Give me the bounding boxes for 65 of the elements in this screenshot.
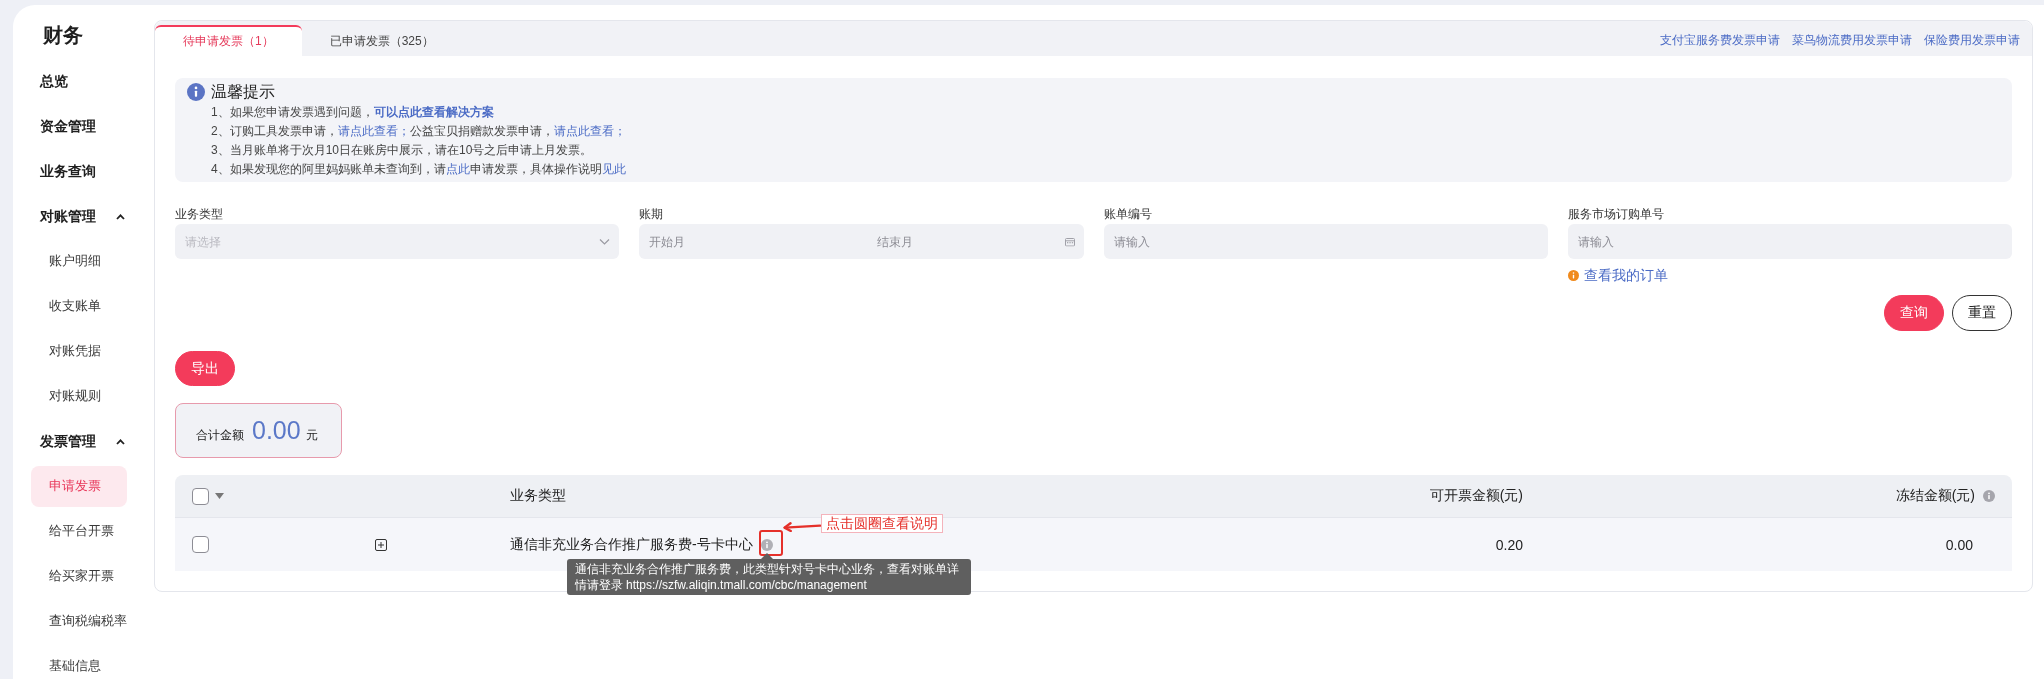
field-label: 账单编号 [1103, 206, 1152, 223]
start-month-field[interactable]: 开始月 [639, 224, 878, 259]
field-label: 业务类型 [175, 206, 223, 223]
nav-item[interactable]: 账户明细 [31, 251, 127, 272]
notice-line: 4、如果发现您的阿里妈妈账单未查询到，请点此申请发票，具体操作说明见此 [211, 161, 626, 178]
plus-square-icon[interactable] [375, 538, 387, 551]
nav-item[interactable]: 对账规则 [31, 386, 127, 407]
arrow-icon [782, 519, 821, 532]
notice-link[interactable]: 可以点此查看解决方案 [373, 105, 494, 119]
chevron-down-icon [599, 238, 611, 245]
notice-link[interactable]: 点此 [445, 162, 470, 176]
nav-item[interactable]: 基础信息 [31, 656, 127, 677]
input-field[interactable]: 请输入 [1567, 224, 2012, 259]
info-icon [1567, 269, 1579, 281]
total-label: 合计金额 [196, 427, 244, 444]
info-icon[interactable] [1983, 490, 1995, 502]
business-type: 通信非充业务合作推广服务费-号卡中心 [510, 535, 753, 554]
header-link[interactable]: 保险费用发票申请 [1924, 32, 2020, 49]
checkbox[interactable] [192, 487, 209, 505]
frozen-amount: 0.00 [1945, 536, 1973, 553]
column-header: 可开票金额(元) [1429, 487, 1523, 505]
calendar-icon [1064, 237, 1075, 246]
notice-title: 温馨提示 [211, 82, 275, 102]
reset-button[interactable]: 重置 [1952, 295, 2012, 331]
total-amount: 0.00 [252, 415, 301, 445]
highlight-frame [758, 529, 783, 556]
end-month-field[interactable]: 结束月 [877, 224, 1084, 259]
export-button[interactable]: 导出 [175, 351, 235, 386]
nav-item[interactable]: 对账凭据 [31, 341, 127, 362]
tab[interactable]: 已申请发票（325） [301, 25, 462, 56]
column-header: 冻结金额(元) [1895, 487, 1975, 505]
orders-link[interactable]: 查看我的订单 [1567, 266, 1668, 284]
column-header: 业务类型 [510, 487, 566, 505]
tooltip-pointer-icon [760, 552, 773, 559]
nav-item[interactable]: 申请发票 [31, 466, 127, 507]
info-icon [187, 83, 205, 101]
notice-line: 3、当月账单将于次月10日在账房中展示，请在10号之后申请上月发票。 [211, 142, 593, 159]
nav-item[interactable]: 查询税编税率 [31, 611, 127, 632]
notice-line: 2、订购工具发票申请，请点此查看；公益宝贝捐赠款发票申请，请点此查看； [211, 123, 626, 140]
header-link[interactable]: 支付宝服务费发票申请 [1660, 32, 1780, 49]
notice-link[interactable]: 请点此查看； [337, 124, 410, 138]
notice-link[interactable]: 见此 [601, 162, 626, 176]
input-field[interactable]: 请输入 [1103, 224, 1548, 259]
nav-group[interactable]: 发票管理 [31, 431, 127, 452]
header-link[interactable]: 菜鸟物流费用发票申请 [1792, 32, 1912, 49]
invoiceable-amount: 0.20 [1495, 536, 1523, 553]
nav-item[interactable]: 业务查询 [31, 161, 127, 182]
sidebar-title: 财务 [43, 23, 83, 48]
caret-down-icon[interactable] [215, 493, 224, 499]
field-label: 账期 [639, 206, 664, 223]
nav-item[interactable]: 收支账单 [31, 296, 127, 317]
notice-line: 1、如果您申请发票遇到问题，可以点此查看解决方案 [211, 104, 494, 121]
info-icon[interactable] [760, 538, 773, 551]
search-button[interactable]: 查询 [1884, 295, 1944, 331]
nav-item[interactable]: 总览 [31, 71, 127, 92]
nav-item[interactable]: 给平台开票 [31, 521, 127, 542]
nav-item[interactable]: 给买家开票 [31, 566, 127, 587]
tooltip: 通信非充业务合作推广服务费，此类型针对号卡中心业务，查看对账单详情请登录 https://szfw.aliqin.tmall.com/cbc/management [566, 558, 971, 595]
nav-group[interactable]: 对账管理 [31, 206, 127, 227]
notice-link[interactable]: 请点此查看； [553, 124, 626, 138]
checkbox[interactable] [192, 536, 209, 553]
nav-item[interactable]: 资金管理 [31, 116, 127, 137]
field-label: 服务市场订购单号 [1567, 206, 1664, 223]
tab[interactable]: 待申请发票（1） [155, 25, 302, 56]
total-unit: 元 [305, 427, 318, 444]
